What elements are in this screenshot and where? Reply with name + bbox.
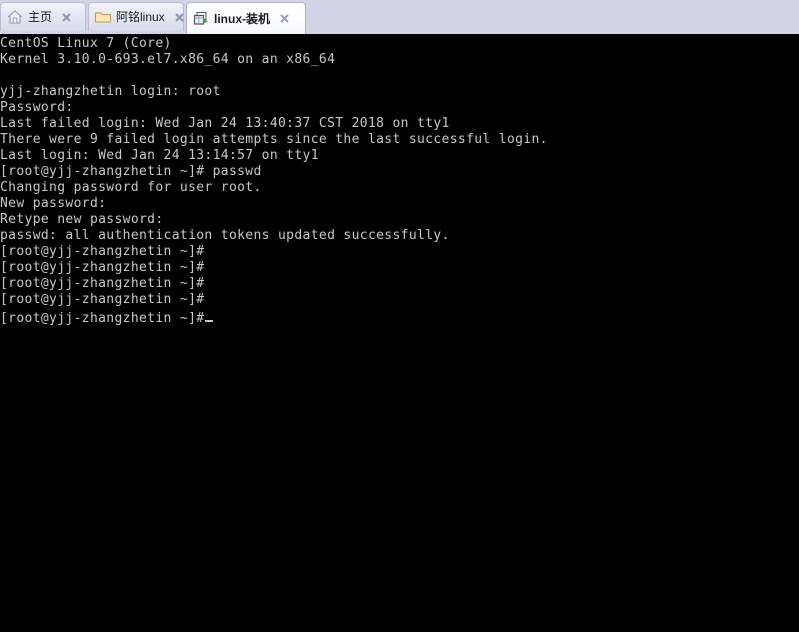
terminal-line: [root@yjj-zhangzhetin ~]# (0, 276, 205, 291)
tab-aming-linux[interactable]: 阿铭linux (88, 2, 184, 31)
terminal-pane[interactable]: CentOS Linux 7 (Core) Kernel 3.10.0-693.e… (0, 34, 799, 632)
terminal-cursor (205, 308, 214, 322)
close-icon[interactable] (172, 10, 187, 25)
tab-linux-install[interactable]: linux-装机 (186, 2, 306, 34)
terminal-line: There were 9 failed login attempts since… (0, 132, 548, 147)
terminal-line: Password: (0, 100, 74, 115)
terminal-line: [root@yjj-zhangzhetin ~]# (0, 308, 548, 326)
terminal-line: [root@yjj-zhangzhetin ~]# (0, 244, 205, 259)
session-icon (192, 10, 210, 28)
tab-bar: 主页 阿铭linux linux-装机 (0, 0, 799, 34)
folder-icon (94, 8, 112, 26)
terminal-output: CentOS Linux 7 (Core) Kernel 3.10.0-693.e… (0, 36, 548, 326)
home-icon (6, 8, 24, 26)
terminal-line: [root@yjj-zhangzhetin ~]# passwd (0, 164, 262, 179)
tab-home[interactable]: 主页 (0, 2, 86, 31)
terminal-line: CentOS Linux 7 (Core) (0, 36, 172, 51)
tab-linux-install-label: linux-装机 (214, 11, 270, 26)
terminal-line: Retype new password: (0, 212, 164, 227)
tab-home-label: 主页 (28, 10, 53, 24)
terminal-line: passwd: all authentication tokens update… (0, 228, 450, 243)
terminal-line: New password: (0, 196, 107, 211)
terminal-line: [root@yjj-zhangzhetin ~]# (0, 260, 205, 275)
terminal-line: yjj-zhangzhetin login: root (0, 84, 221, 99)
terminal-line: Changing password for user root. (0, 180, 262, 195)
tab-aming-linux-label: 阿铭linux (116, 10, 165, 24)
close-icon[interactable] (277, 11, 292, 26)
terminal-line: Last login: Wed Jan 24 13:14:57 on tty1 (0, 148, 319, 163)
terminal-line: [root@yjj-zhangzhetin ~]# (0, 292, 205, 307)
close-icon[interactable] (59, 10, 74, 25)
terminal-line: Last failed login: Wed Jan 24 13:40:37 C… (0, 116, 450, 131)
terminal-line: Kernel 3.10.0-693.el7.x86_64 on an x86_6… (0, 52, 336, 67)
